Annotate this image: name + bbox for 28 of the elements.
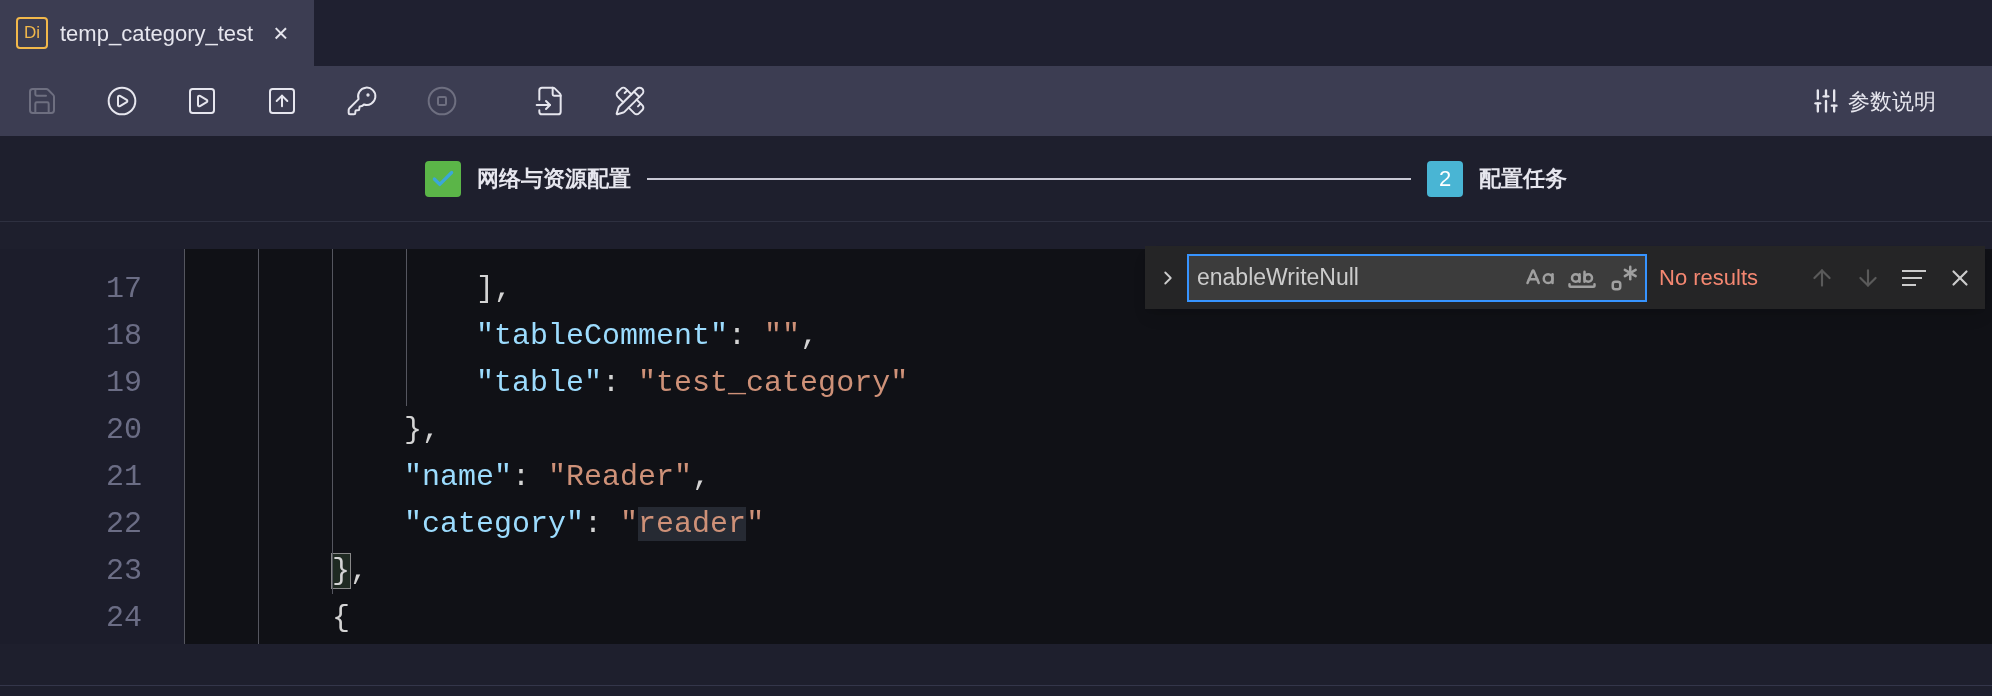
sliders-icon — [1812, 87, 1840, 115]
code-line: "table": "test_category" — [475, 365, 909, 402]
line-number: 22 — [106, 506, 142, 543]
step-label: 配置任务 — [1479, 165, 1567, 193]
code-line: { — [331, 600, 351, 637]
code-line: "name": "Reader", — [403, 459, 711, 496]
help-link[interactable]: 参数说明 — [1848, 84, 1936, 118]
code-line: }, — [331, 553, 369, 590]
line-number: 19 — [106, 365, 142, 402]
file-tab[interactable]: Di temp_category_test × — [0, 0, 314, 66]
search-result-text: No results — [1659, 264, 1759, 292]
line-number: 17 — [106, 271, 142, 308]
line-number: 21 — [106, 459, 142, 496]
step-number: 2 — [1427, 160, 1463, 197]
code-line: "category": "reader" — [403, 506, 765, 543]
code-line: }, — [403, 412, 441, 449]
line-number: 20 — [106, 412, 142, 449]
code-line: ], — [475, 271, 513, 308]
lines-icon[interactable] — [1901, 267, 1927, 288]
code-line: "tableComment": "", — [475, 318, 819, 355]
file-type-badge: Di — [16, 17, 48, 49]
tab-close-button[interactable]: × — [273, 13, 289, 53]
line-number: 24 — [106, 600, 142, 637]
line-number: 18 — [106, 318, 142, 355]
find-input[interactable]: enableWriteNull — [1187, 253, 1647, 302]
tab-title: temp_category_test — [60, 19, 254, 48]
line-number: 23 — [106, 553, 142, 590]
step-label: 网络与资源配置 — [477, 165, 631, 193]
